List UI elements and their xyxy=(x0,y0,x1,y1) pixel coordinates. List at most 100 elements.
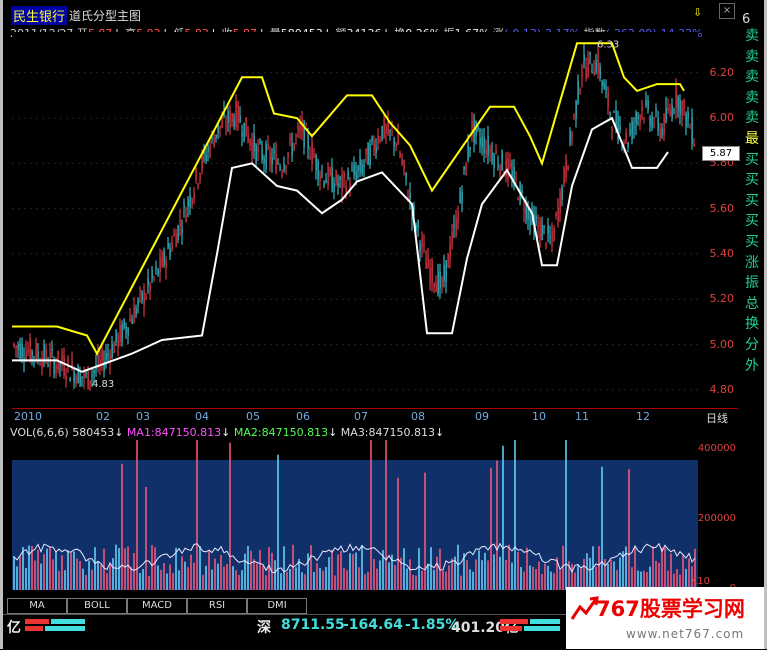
tab-boll[interactable]: BOLL xyxy=(67,598,127,614)
candle-body xyxy=(29,338,31,361)
candle-body xyxy=(331,167,333,192)
candle-body xyxy=(145,296,147,299)
candle-body xyxy=(125,326,127,334)
candle-body xyxy=(449,244,451,261)
panel-indicator[interactable]: 6 xyxy=(742,12,750,27)
candle-body xyxy=(663,114,665,135)
candle-body xyxy=(613,111,615,113)
candle-body xyxy=(639,115,641,123)
candle-body xyxy=(147,277,149,286)
candle-body xyxy=(557,207,559,223)
side-label[interactable]: 买 xyxy=(742,232,762,252)
candle-body xyxy=(551,230,553,242)
side-label[interactable]: 买 xyxy=(742,150,762,170)
close-icon[interactable]: × xyxy=(719,3,735,19)
candle-body xyxy=(333,183,335,192)
candle-body xyxy=(427,255,429,268)
period-label[interactable]: 日线 xyxy=(706,410,728,426)
price-chart[interactable]: 6.33 4.83 xyxy=(12,32,698,408)
side-label[interactable]: 买 xyxy=(742,170,762,190)
time-tick-label: 02 xyxy=(96,410,110,423)
candle-body xyxy=(85,372,87,375)
candle-body xyxy=(665,107,667,122)
candle-body xyxy=(159,257,161,273)
candle-body xyxy=(537,223,539,228)
candle-body xyxy=(229,111,231,129)
watermark-title: 767股票学习网 xyxy=(596,597,745,621)
download-arrow-icon[interactable]: ⇩ xyxy=(693,6,702,19)
volume-chart-bg xyxy=(12,460,698,590)
candle-body xyxy=(163,250,165,265)
candle-body xyxy=(523,210,525,212)
side-label[interactable]: 买 xyxy=(742,211,762,231)
candle-body xyxy=(565,158,567,179)
side-label[interactable]: 买 xyxy=(742,191,762,211)
candle-body xyxy=(431,260,433,282)
tab-dmi[interactable]: DMI xyxy=(247,598,307,614)
candle-body xyxy=(453,225,455,228)
current-price-tag: 5.87 xyxy=(702,146,740,161)
candle-body xyxy=(269,152,271,163)
side-label[interactable]: 最 xyxy=(742,129,762,149)
candle-body xyxy=(469,147,471,150)
side-label[interactable]: 外 xyxy=(742,356,762,376)
side-label[interactable]: 卖 xyxy=(742,108,762,128)
side-label[interactable]: 分 xyxy=(742,335,762,355)
candle-body xyxy=(67,357,69,364)
candle-body xyxy=(171,242,173,250)
side-label[interactable]: 振 xyxy=(742,273,762,293)
candle-body xyxy=(611,130,613,132)
status-bars-right xyxy=(500,619,560,631)
side-label[interactable]: 卖 xyxy=(742,67,762,87)
candle-body xyxy=(81,376,83,379)
tab-rsi[interactable]: RSI xyxy=(187,598,247,614)
candle-body xyxy=(151,269,153,280)
side-label[interactable]: 卖 xyxy=(742,26,762,46)
candle-body xyxy=(423,243,425,245)
candle-body xyxy=(619,125,621,130)
tab-ma[interactable]: MA xyxy=(7,598,67,614)
candle-body xyxy=(179,219,181,227)
time-tick-label: 2010 xyxy=(14,410,42,423)
candle-body xyxy=(329,169,331,175)
candle-body xyxy=(659,128,661,138)
vol-ma2: MA2:847150.813 xyxy=(233,426,329,439)
candle-body xyxy=(561,187,563,200)
vol-indicator-name: VOL(6,6,6) xyxy=(10,426,69,439)
watermark-url: www.net767.com xyxy=(626,627,745,641)
candle-body xyxy=(499,165,501,175)
candle-body xyxy=(555,212,557,217)
candle-body xyxy=(183,204,185,208)
candle-body xyxy=(91,374,93,377)
candle-body xyxy=(583,54,585,61)
candle-body xyxy=(397,134,399,145)
side-label[interactable]: 换 xyxy=(742,314,762,334)
tab-macd[interactable]: MACD xyxy=(127,598,187,614)
candle-body xyxy=(651,115,653,129)
side-label[interactable]: 总 xyxy=(742,294,762,314)
candle-body xyxy=(587,58,589,78)
down-arrow-icon: ↓ xyxy=(114,426,124,439)
candle-body xyxy=(573,114,575,117)
candle-body xyxy=(577,80,579,103)
side-label[interactable]: 涨 xyxy=(742,253,762,273)
side-label[interactable]: 卖 xyxy=(742,88,762,108)
candle-body xyxy=(75,376,77,385)
candle-body xyxy=(391,130,393,133)
candle-body xyxy=(69,377,71,382)
candle-body xyxy=(495,150,497,154)
candle-body xyxy=(63,357,65,377)
side-label[interactable]: 卖 xyxy=(742,47,762,67)
volume-chart[interactable] xyxy=(12,440,698,590)
candle-body xyxy=(13,343,15,346)
candle-body xyxy=(189,194,191,208)
candle-body xyxy=(371,136,373,142)
candle-body xyxy=(285,165,287,169)
candle-body xyxy=(403,160,405,169)
candle-body xyxy=(599,66,601,79)
candle-body xyxy=(465,162,467,176)
stock-name[interactable]: 民生银行 xyxy=(11,6,68,25)
candle-body xyxy=(293,143,295,150)
candle-body xyxy=(693,143,695,146)
candle-body xyxy=(673,111,675,113)
